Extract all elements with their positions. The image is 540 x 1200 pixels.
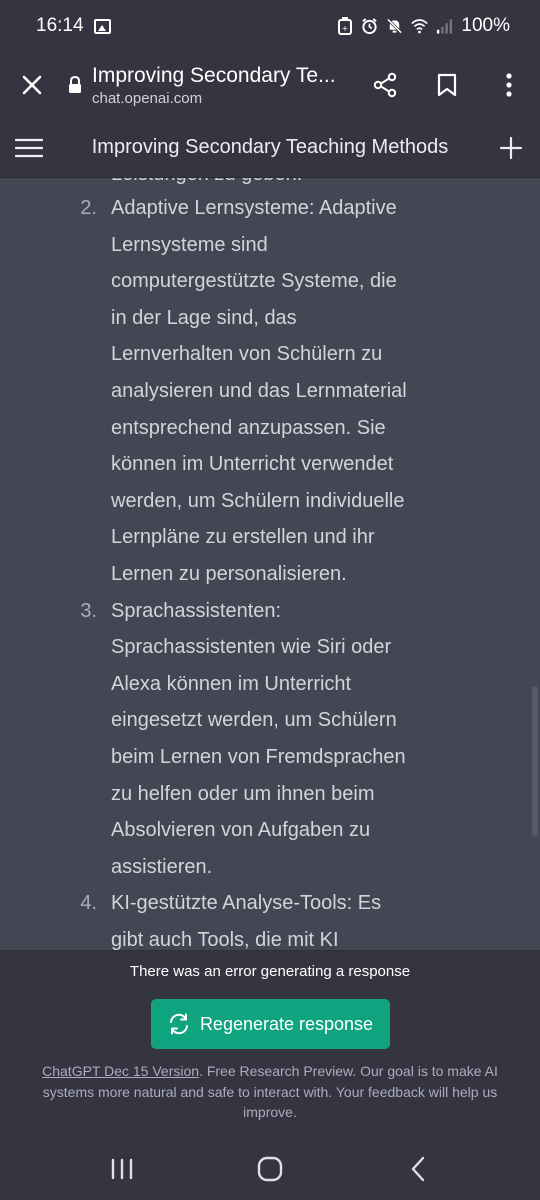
recents-icon: [111, 1158, 133, 1180]
ordered-list: 2. Adaptive Lernsysteme: Adaptive Lernsy…: [0, 190, 540, 950]
list-item: 3. Sprachassistenten: Sprachassistenten …: [0, 593, 540, 886]
text-line: Sprachassistenten wie Siri oder: [111, 636, 392, 659]
browser-url: chat.openai.com: [92, 89, 203, 107]
close-tab-button[interactable]: [0, 52, 64, 118]
response-footer: There was an error generating a response…: [0, 950, 540, 1138]
new-chat-button[interactable]: [482, 118, 540, 178]
recents-button[interactable]: [92, 1144, 152, 1194]
regenerate-label: Regenerate response: [199, 1013, 374, 1034]
text-line: zu helfen oder um ihnen beim: [111, 782, 375, 805]
system-nav-bar: [0, 1138, 540, 1200]
status-icons: + 100%: [336, 15, 510, 37]
scrollbar-thumb[interactable]: [532, 686, 538, 836]
release-notes-link[interactable]: ChatGPT Dec 15 Version: [42, 1063, 199, 1079]
more-options-button[interactable]: [478, 52, 540, 118]
home-button[interactable]: [240, 1144, 300, 1194]
alarm-icon: [361, 18, 378, 35]
list-item-text: KI-gestützte Analyse-Tools: Es gibt auch…: [111, 885, 427, 950]
share-button[interactable]: [354, 52, 416, 118]
browser-address[interactable]: Improving Secondary Te... chat.openai.co…: [92, 64, 354, 107]
text-line: werden, um Schülern individuelle: [111, 489, 405, 512]
text-line: können im Unterricht verwendet: [111, 453, 394, 476]
text-line: entsprechend anzupassen. Sie: [111, 416, 386, 439]
conversation-title: Improving Secondary Teaching Methods: [91, 136, 449, 158]
close-icon: [22, 75, 42, 95]
app-header: Improving Secondary Teaching Methods: [0, 118, 540, 178]
plus-icon: [499, 136, 523, 159]
hamburger-menu-icon: [15, 138, 43, 157]
lock-icon: [64, 76, 86, 94]
back-button[interactable]: [388, 1144, 448, 1194]
share-icon: [373, 72, 397, 98]
text-line: Lernsysteme sind: [111, 233, 268, 256]
battery-level: 100%: [461, 15, 510, 36]
list-item-number: 2.: [80, 197, 97, 219]
text-line: gibt auch Tools, die mit KI: [111, 928, 339, 950]
regenerate-response-button[interactable]: Regenerate response: [151, 999, 390, 1049]
text-line: Adaptive Lernsysteme: Adaptive: [111, 197, 397, 219]
list-item-number: 4.: [80, 892, 97, 915]
text-line: in der Lage sind, das: [111, 306, 297, 329]
signal-icon: [436, 18, 453, 35]
error-message: There was an error generating a response: [129, 963, 411, 980]
bookmark-button[interactable]: [416, 52, 478, 118]
list-item-text: Sprachassistenten: Sprachassistenten wie…: [111, 593, 427, 886]
text-line: Lernpläne zu erstellen und ihr: [111, 526, 375, 549]
wifi-icon: [411, 18, 429, 35]
browser-page-title: Improving Secondary Te...: [92, 63, 336, 87]
list-item: 2. Adaptive Lernsysteme: Adaptive Lernsy…: [0, 190, 540, 593]
text-line: Absolvieren von Aufgaben zu: [111, 819, 371, 842]
browser-bar: Improving Secondary Te... chat.openai.co…: [0, 52, 540, 118]
text-line: Lernverhalten von Schülern zu: [111, 343, 383, 366]
mute-icon: [386, 18, 403, 35]
list-item: 4. KI-gestützte Analyse-Tools: Es gibt a…: [0, 885, 540, 950]
refresh-icon: [169, 1013, 188, 1035]
bookmark-icon: [437, 73, 457, 97]
text-line: analysieren und das Lernmaterial: [111, 379, 407, 402]
battery-saver-icon: +: [336, 17, 353, 35]
back-icon: [411, 1156, 425, 1182]
home-icon: [257, 1156, 283, 1182]
message-content[interactable]: Leistungen zu geben. 2. Adaptive Lernsys…: [0, 178, 540, 950]
list-item-text: Adaptive Lernsysteme: Adaptive Lernsyste…: [111, 190, 427, 593]
svg-text:+: +: [342, 24, 349, 33]
text-line: Lernen zu personalisieren.: [111, 562, 347, 585]
text-line: Alexa können im Unterricht: [111, 672, 352, 695]
list-item-number: 3.: [80, 599, 97, 622]
text-line: assistieren.: [111, 855, 213, 878]
text-line: computergestützte Systeme, die: [111, 270, 397, 293]
text-line: eingesetzt werden, um Schülern: [111, 709, 397, 732]
more-vert-icon: [506, 73, 512, 97]
status-time: 16:14: [36, 15, 84, 36]
text-line: KI-gestützte Analyse-Tools: Es: [111, 892, 382, 915]
status-bar: 16:14 + 100%: [0, 0, 540, 52]
text-line: beim Lernen von Fremdsprachen: [111, 745, 406, 768]
menu-button[interactable]: [0, 118, 58, 178]
disclaimer-text: ChatGPT Dec 15 Version. Free Research Pr…: [20, 1061, 520, 1123]
gallery-notification-icon: [93, 18, 111, 34]
text-line: Sprachassistenten:: [111, 599, 282, 622]
